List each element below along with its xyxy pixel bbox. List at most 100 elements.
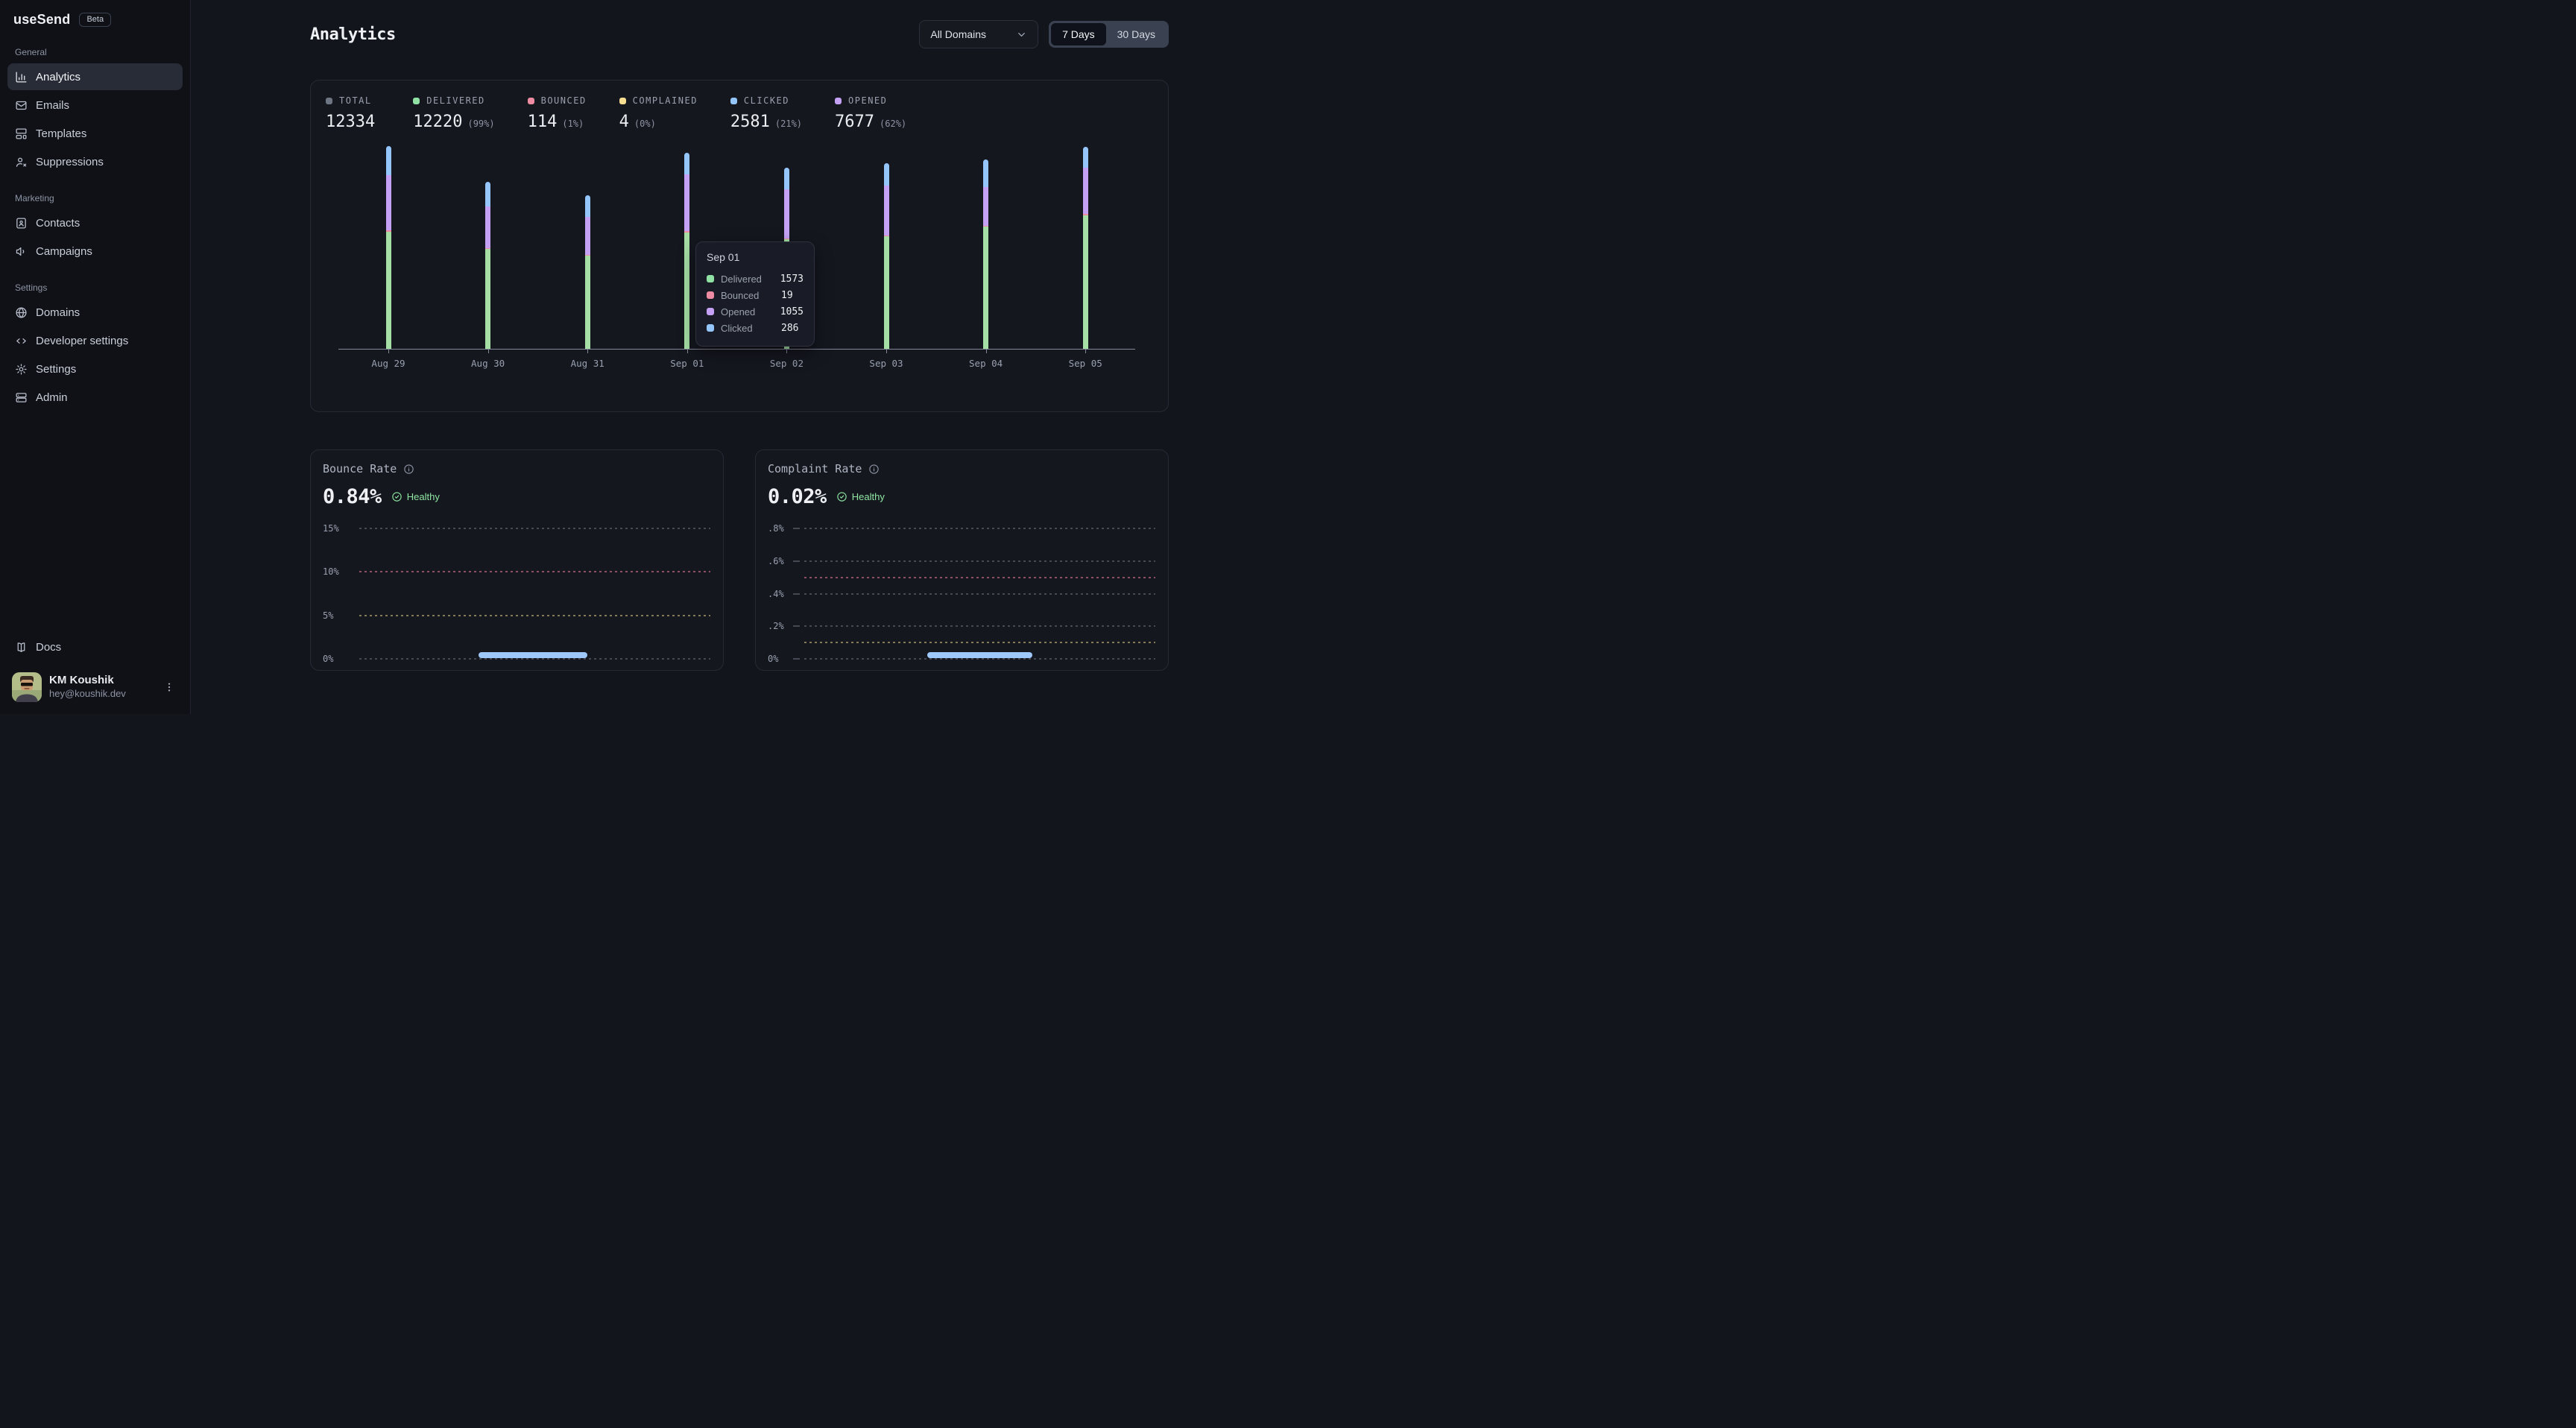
avatar [12,672,42,702]
sidebar-item-docs[interactable]: Docs [7,634,183,660]
complained-dot [619,98,626,104]
date-range-toggle: 7 Days 30 Days [1049,21,1169,48]
app-logo: useSend Beta [7,10,183,29]
header-controls: All Domains 7 Days 30 Days [919,20,1169,48]
opened-swatch [707,308,714,315]
info-icon[interactable] [403,464,414,475]
stacked-bar-sep-03[interactable] [884,163,889,349]
bar-segment [585,217,590,255]
sidebar-item-label: Settings [36,363,76,376]
stat-delivered: DELIVERED 12220(99%) [413,95,494,131]
stacked-bar-aug-30[interactable] [485,182,490,349]
gridline [359,615,710,616]
sidebar-item-emails[interactable]: Emails [7,92,183,119]
check-circle-icon [391,491,402,502]
page-header: Analytics All Domains 7 Days 30 Days [310,19,1169,49]
sidebar-item-templates[interactable]: Templates [7,120,183,147]
sidebar-item-suppressions[interactable]: Suppressions [7,148,183,175]
stat-value: 7677 [835,113,874,131]
stat-total: TOTAL 12334 [326,95,380,131]
bar-segment [1083,147,1088,168]
book-open-icon [15,641,28,654]
gridline [804,642,1155,643]
y-axis-label: 0% [768,654,778,664]
stacked-bar-aug-29[interactable] [386,146,391,349]
bounced-dot [528,98,534,104]
x-axis-tick [488,350,489,353]
y-axis-label: 10% [323,566,339,577]
sidebar-item-contacts[interactable]: Contacts [7,209,183,236]
stacked-bar-aug-31[interactable] [585,195,590,349]
bar-segment [386,175,391,231]
bounce-rate-title: Bounce Rate [323,462,710,476]
range-30-days-button[interactable]: 30 Days [1106,23,1167,45]
user-email: hey@koushik.dev [49,688,153,701]
sidebar-item-domains[interactable]: Domains [7,299,183,326]
megaphone-icon [15,245,28,258]
bar-segment [386,232,391,349]
x-axis-tick [587,350,588,353]
chart-tooltip: Sep 01 Delivered 1573 Bounced 19 Opened … [695,241,815,347]
domain-filter-select[interactable]: All Domains [919,20,1038,48]
x-axis-label: Sep 03 [869,358,903,369]
sidebar-item-analytics[interactable]: Analytics [7,63,183,90]
y-axis-label: .4% [768,589,784,599]
gridline [804,577,1155,578]
y-axis-tick [793,625,800,627]
bar-segment [884,163,889,186]
bar-segment [784,189,789,238]
bar-segment [884,186,889,235]
stacked-bar-sep-04[interactable] [983,159,988,349]
x-axis-tick [886,350,887,353]
gridline [804,528,1155,529]
gridline [359,658,710,660]
tooltip-row: Opened 1055 [707,303,804,320]
bounce-chart-data-line [479,652,587,658]
bar-segment [485,249,490,349]
complaint-chart: .8%.6%.4%.2%0% [768,525,1155,667]
tooltip-row: Clicked 286 [707,320,804,336]
layout-template-icon [15,127,28,140]
y-axis-label: .8% [768,523,784,534]
sidebar-item-label: Contacts [36,217,80,230]
code-icon [15,335,28,347]
bounce-rate-value: 0.84% [323,485,382,508]
user-menu[interactable]: KM Koushik hey@koushik.dev [7,666,183,705]
info-icon[interactable] [868,464,880,475]
tooltip-title: Sep 01 [707,251,804,263]
sidebar-item-label: Docs [36,641,61,654]
stacked-bar-sep-01[interactable] [684,153,689,349]
sidebar-item-settings[interactable]: Settings [7,356,183,382]
sidebar-item-label: Campaigns [36,245,92,258]
x-axis-label: Sep 01 [670,358,704,369]
user-meta: KM Koushik hey@koushik.dev [49,674,153,701]
mail-icon [15,99,28,112]
server-icon [15,391,28,404]
sidebar-item-label: Emails [36,99,69,112]
delivered-dot [413,98,420,104]
gridline [804,560,1155,562]
sidebar-item-admin[interactable]: Admin [7,384,183,411]
x-axis-label: Sep 05 [1069,358,1102,369]
x-axis-tick [687,350,688,353]
stacked-bar-sep-05[interactable] [1083,147,1088,349]
sidebar-item-campaigns[interactable]: Campaigns [7,238,183,265]
stat-bounced: BOUNCED 114(1%) [528,95,587,131]
y-axis-label: .2% [768,621,784,631]
gear-icon [15,363,28,376]
section-label-general: General [15,47,175,57]
delivered-swatch [707,275,714,282]
email-activity-card: TOTAL 12334 DELIVERED 12220(99%) BOUNCED… [310,80,1169,412]
sidebar-item-developer-settings[interactable]: Developer settings [7,327,183,354]
domain-filter-value: All Domains [930,28,986,40]
range-7-days-button[interactable]: 7 Days [1051,23,1106,45]
stat-value: 12334 [326,113,375,131]
section-label-settings: Settings [15,282,175,293]
stat-value: 2581 [730,113,770,131]
gridline [804,625,1155,627]
user-name: KM Koushik [49,674,153,688]
total-dot [326,98,332,104]
y-axis-tick [793,528,800,529]
stat-value: 12220 [413,113,462,131]
kebab-menu-icon[interactable] [160,678,178,696]
